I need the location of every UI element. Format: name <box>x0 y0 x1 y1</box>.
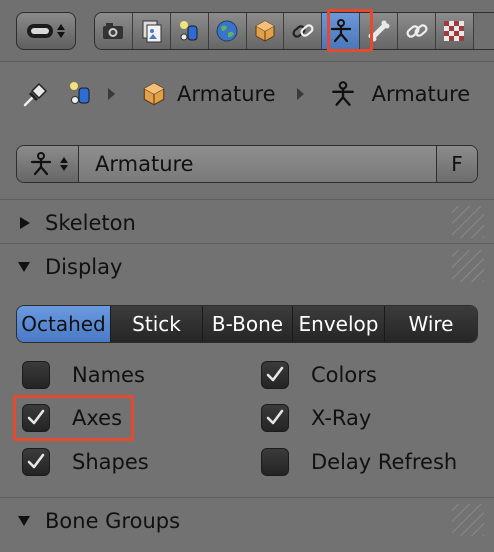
checkmark-icon <box>27 453 45 469</box>
collapse-triangle-icon <box>18 516 30 526</box>
mode-bbone[interactable]: B-Bone <box>203 306 293 342</box>
checkbox-checked[interactable] <box>261 361 289 389</box>
panel-header-bone-groups[interactable]: Bone Groups <box>0 498 494 544</box>
mode-envelope[interactable]: Envelop <box>293 306 385 342</box>
texture-icon <box>444 21 465 41</box>
properties-editor-icon <box>27 24 53 38</box>
shapes-checkbox[interactable]: Shapes <box>22 448 149 476</box>
breadcrumb-object-name: Armature <box>177 82 276 106</box>
tab-world[interactable] <box>208 13 247 49</box>
xray-checkbox[interactable]: X-Ray <box>261 404 371 432</box>
panel-header-display[interactable]: Display <box>0 244 494 290</box>
object-icon <box>139 80 169 108</box>
armature-data-icon <box>330 19 351 43</box>
xray-label: X-Ray <box>311 406 372 430</box>
tab-armature-data[interactable] <box>322 13 361 49</box>
up-down-arrows-icon <box>57 24 65 38</box>
expand-triangle-icon <box>20 217 30 229</box>
pin-icon[interactable] <box>18 79 54 109</box>
colors-label: Colors <box>311 363 377 387</box>
axes-label: Axes <box>72 406 123 430</box>
editor-type-button[interactable] <box>16 12 76 50</box>
panel-title-bone-groups: Bone Groups <box>45 509 181 533</box>
checkbox-unchecked[interactable] <box>22 361 50 389</box>
constraints-icon <box>292 24 314 38</box>
checkbox-unchecked[interactable] <box>261 448 289 476</box>
breadcrumb-data-name: Armature <box>371 82 471 106</box>
checkbox-checked[interactable] <box>261 404 289 432</box>
shapes-label: Shapes <box>72 450 149 474</box>
axes-checkbox[interactable]: Axes <box>22 404 122 432</box>
names-label: Names <box>72 363 145 387</box>
breadcrumb: Armature Armature <box>0 62 494 126</box>
context-tabs <box>94 12 494 50</box>
camera-icon <box>103 23 124 39</box>
display-mode-selector: Octahed Stick B-Bone Envelop Wire <box>16 305 478 343</box>
checkmark-icon <box>266 366 284 382</box>
tab-bone[interactable] <box>360 13 399 49</box>
collapse-triangle-icon <box>18 262 30 272</box>
tab-scene[interactable] <box>170 13 209 49</box>
tab-constraints[interactable] <box>284 13 323 49</box>
breadcrumb-chevron-icon <box>108 88 115 100</box>
panel-drag-grip[interactable] <box>452 504 484 536</box>
checkmark-icon <box>27 409 45 425</box>
scene-icon <box>180 21 198 41</box>
mode-octahedral[interactable]: Octahed <box>17 306 111 342</box>
panel-drag-grip[interactable] <box>452 250 484 282</box>
panel-title-skeleton: Skeleton <box>45 211 136 235</box>
tab-texture[interactable] <box>436 13 474 49</box>
mode-wire[interactable]: Wire <box>385 306 477 342</box>
breadcrumb-chevron-icon <box>296 88 304 100</box>
properties-header <box>0 0 494 62</box>
tab-render-layers[interactable] <box>132 13 171 49</box>
names-checkbox[interactable]: Names <box>22 361 145 389</box>
render-layers-icon <box>142 20 162 43</box>
fake-user-button[interactable]: F <box>437 146 477 182</box>
scene-icon <box>64 79 98 109</box>
checkmark-icon <box>266 409 284 425</box>
armature-name-field[interactable]: Armature <box>79 146 437 182</box>
checkbox-checked[interactable] <box>22 448 50 476</box>
delay-refresh-checkbox[interactable]: Delay Refresh <box>261 448 457 476</box>
checkbox-checked[interactable] <box>22 404 50 432</box>
mode-stick[interactable]: Stick <box>111 306 203 342</box>
tab-render[interactable] <box>95 13 133 49</box>
tab-bone-constraints[interactable] <box>398 13 437 49</box>
bone-icon <box>368 20 390 42</box>
up-down-arrows-icon <box>59 157 68 171</box>
armature-data-icon <box>328 80 358 108</box>
tab-object[interactable] <box>246 13 285 49</box>
panel-header-skeleton[interactable]: Skeleton <box>0 200 494 246</box>
panel-title-display: Display <box>45 255 123 279</box>
bone-constraints-icon <box>406 24 428 38</box>
object-icon <box>255 20 275 42</box>
delay-refresh-label: Delay Refresh <box>311 450 458 474</box>
armature-data-icon <box>30 152 51 176</box>
world-icon <box>216 20 238 42</box>
panel-drag-grip[interactable] <box>452 206 484 238</box>
colors-checkbox[interactable]: Colors <box>261 361 377 389</box>
armature-datablock-selector: Armature F <box>16 145 478 183</box>
browse-armature-button[interactable] <box>17 146 79 182</box>
